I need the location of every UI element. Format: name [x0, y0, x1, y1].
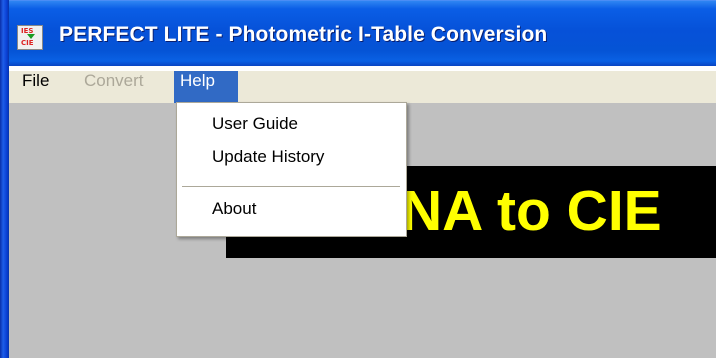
menu-convert: Convert: [84, 71, 144, 90]
banner-text: NA to CIE: [401, 179, 662, 243]
app-icon-bottom-label: CIE: [21, 39, 34, 47]
menu-separator: [182, 186, 400, 187]
app-icon[interactable]: IES CIE: [17, 25, 43, 50]
menu-file[interactable]: File: [16, 71, 55, 103]
title-bar[interactable]: IES CIE PERFECT LITE - Photometric I-Tab…: [0, 0, 716, 66]
help-dropdown-menu: User Guide Update History About: [176, 102, 407, 237]
window-frame-left: [0, 0, 9, 358]
window-title: PERFECT LITE - Photometric I-Table Conve…: [59, 23, 548, 46]
app-window: IES CIE PERFECT LITE - Photometric I-Tab…: [0, 0, 716, 358]
menu-help[interactable]: Help: [174, 71, 238, 103]
menu-item-about[interactable]: About: [177, 199, 406, 229]
menu-item-update-history[interactable]: Update History: [177, 147, 406, 177]
menu-bar: File Convert Help: [9, 71, 716, 103]
menu-item-user-guide[interactable]: User Guide: [177, 114, 406, 144]
